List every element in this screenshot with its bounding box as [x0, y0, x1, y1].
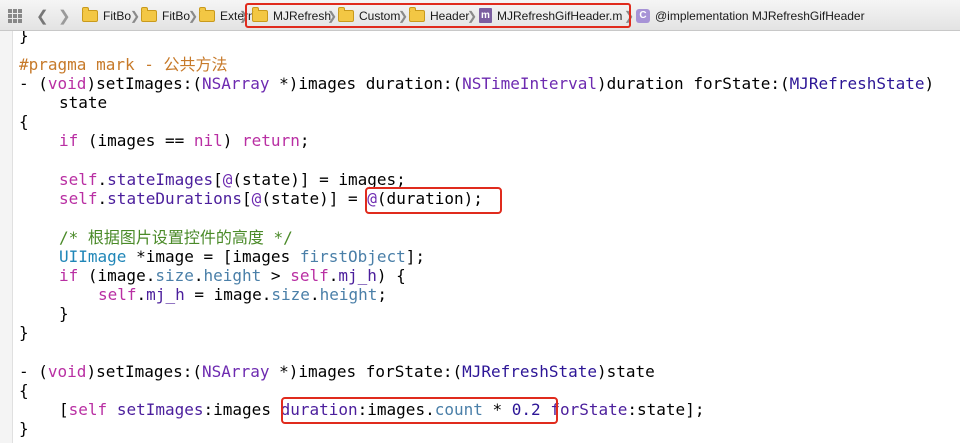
- line-number: 4: [0, 231, 12, 250]
- breadcrumb-item-implementation[interactable]: C @implementation MJRefreshGifHeader: [636, 0, 865, 31]
- code-line: }: [19, 31, 29, 45]
- line-number: 1: [0, 364, 12, 383]
- duration-count-highlight-box: [281, 397, 558, 424]
- folder-icon: [141, 6, 157, 22]
- code-line: if (images == nil) return;: [59, 131, 310, 150]
- line-number: 3: [0, 212, 12, 231]
- line-number: 3: [0, 402, 12, 421]
- code-line: UIImage *image = [images firstObject];: [59, 247, 426, 266]
- line-number: 2: [0, 193, 12, 212]
- code-line: {: [19, 381, 29, 400]
- line-number: 1: [0, 174, 12, 193]
- method-signature-line: - (void)setImages:(NSArray *)images dura…: [19, 74, 935, 93]
- folder-icon: [199, 6, 215, 22]
- line-number: 9: [0, 326, 12, 345]
- code-line: self.stateImages[@(state)] = images;: [59, 170, 406, 189]
- line-number: 6: [0, 269, 12, 288]
- line-number: 4: [0, 421, 12, 440]
- jump-bar: ❮ ❯ FitBo ❯ FitBo ❯ External ❯ MJRefresh…: [0, 0, 960, 31]
- breadcrumb-label: @implementation MJRefreshGifHeader: [655, 8, 865, 23]
- breadcrumb-label: FitBo: [103, 8, 132, 23]
- line-number: 0: [0, 155, 12, 174]
- code-line: self.mj_h = image.size.height;: [98, 285, 388, 304]
- forward-arrow-icon[interactable]: ❯: [58, 0, 71, 31]
- code-line: }: [59, 304, 69, 323]
- line-number: 5: [0, 250, 12, 269]
- line-number: 9: [0, 136, 12, 155]
- code-line: }: [19, 419, 29, 438]
- comment-line: /* 根据图片设置控件的高度 */: [59, 228, 293, 247]
- pragma-mark-line: #pragma mark - 公共方法: [19, 55, 228, 74]
- line-number-gutter: 7 8 9 0 1 2 3 4 5 6 7 8 9 0 1 2 3 4: [0, 31, 13, 443]
- class-c-icon: C: [636, 8, 650, 23]
- method-signature-line: - (void)setImages:(NSArray *)images forS…: [19, 362, 655, 381]
- duration-highlight-box: [365, 187, 502, 214]
- line-number: 0: [0, 345, 12, 364]
- code-line: state: [59, 93, 108, 112]
- code-line: {: [19, 112, 29, 131]
- breadcrumb-item-fitbo-root[interactable]: FitBo: [82, 0, 131, 31]
- breadcrumb-item-fitbo[interactable]: FitBo: [141, 0, 190, 31]
- related-items-icon[interactable]: [8, 0, 22, 31]
- breadcrumb-separator: ❯: [130, 8, 141, 23]
- folder-icon: [82, 6, 98, 22]
- line-number: 7: [0, 288, 12, 307]
- line-number: 8: [0, 117, 12, 136]
- line-number: 8: [0, 307, 12, 326]
- code-line: if (image.size.height > self.mj_h) {: [59, 266, 406, 285]
- breadcrumb-label: FitBo: [162, 8, 191, 23]
- code-editor[interactable]: 7 8 9 0 1 2 3 4 5 6 7 8 9 0 1 2 3 4 } #p…: [0, 31, 960, 443]
- line-number: 7: [0, 31, 12, 45]
- back-arrow-icon[interactable]: ❮: [36, 0, 49, 31]
- breadcrumb-highlight-box: [245, 3, 631, 28]
- line-number: 2: [0, 383, 12, 402]
- breadcrumb-separator: ❯: [188, 8, 199, 23]
- code-line: }: [19, 323, 29, 342]
